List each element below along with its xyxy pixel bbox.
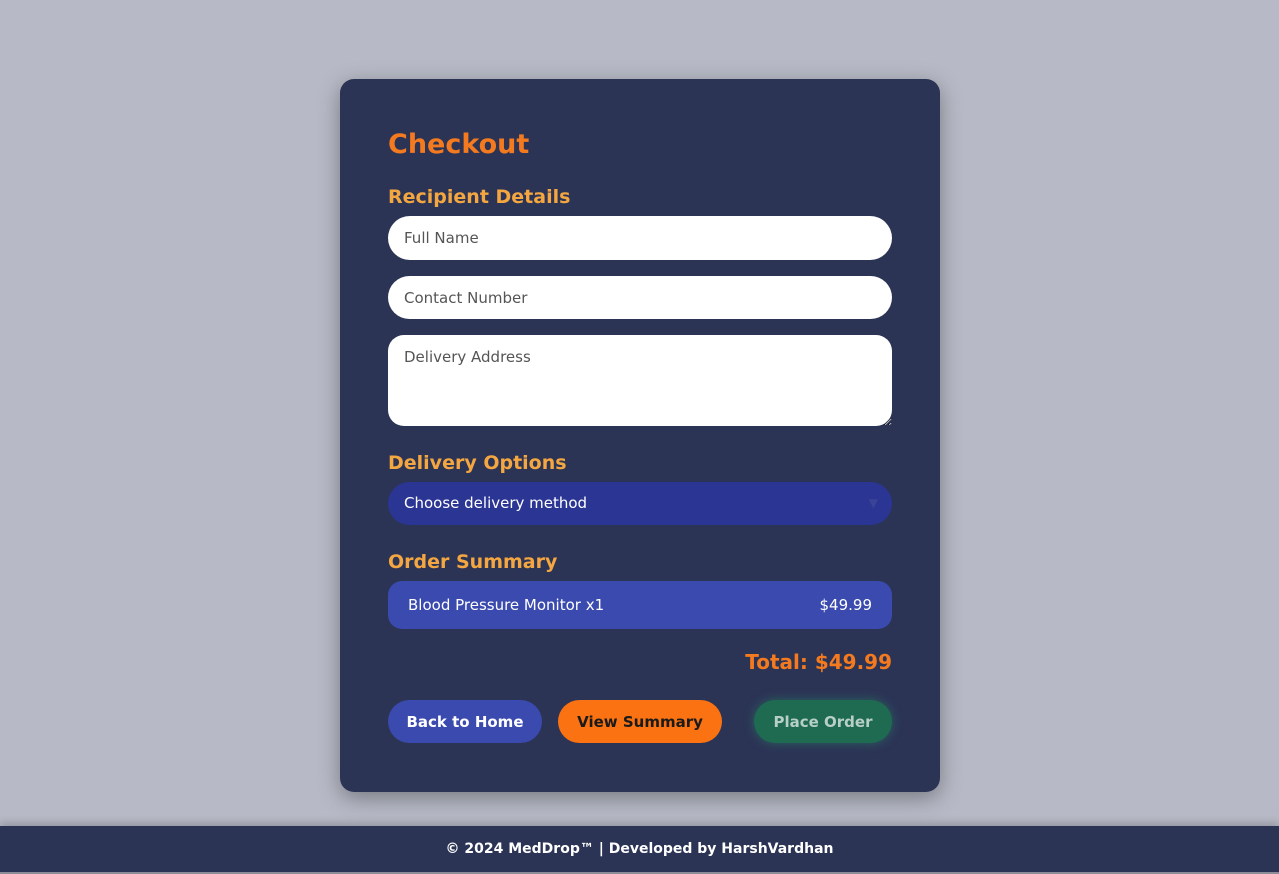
view-summary-button[interactable]: View Summary [558,700,722,743]
order-item-price: $49.99 [819,596,873,614]
delivery-options-heading: Delivery Options [388,452,567,474]
order-total: Total: $49.99 [745,650,892,674]
recipient-details-heading: Recipient Details [388,186,571,208]
contact-number-input[interactable] [388,276,892,319]
order-summary-heading: Order Summary [388,551,558,573]
delivery-address-textarea[interactable] [388,335,892,426]
footer-text: © 2024 MedDrop™ | Developed by HarshVard… [445,841,834,857]
page-title: Checkout [388,129,530,160]
order-item-row: Blood Pressure Monitor x1 $49.99 [388,581,892,629]
place-order-button[interactable]: Place Order [754,700,892,743]
chevron-down-icon: ▼ [868,496,878,510]
back-to-home-button[interactable]: Back to Home [388,700,542,743]
delivery-method-select[interactable]: Choose delivery method ▼ [388,482,892,525]
order-item-name: Blood Pressure Monitor x1 [408,596,605,614]
checkout-card: Checkout Recipient Details Delivery Opti… [340,79,940,792]
footer: © 2024 MedDrop™ | Developed by HarshVard… [0,826,1279,872]
delivery-method-value: Choose delivery method [404,494,588,512]
full-name-input[interactable] [388,216,892,260]
